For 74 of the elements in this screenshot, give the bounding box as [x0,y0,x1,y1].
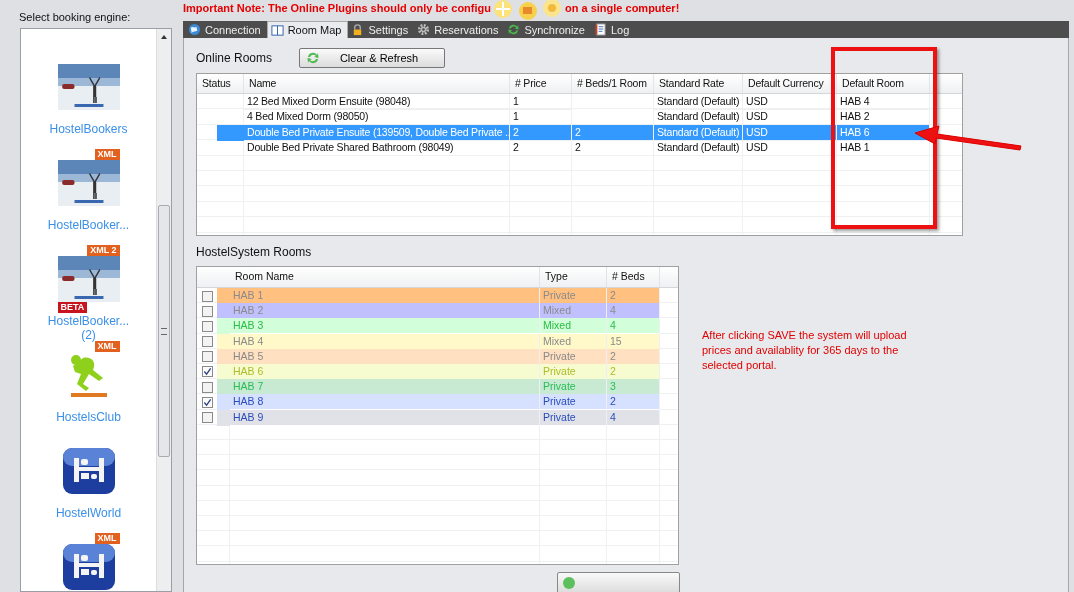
tab[interactable]: Settings [348,21,415,38]
checkbox[interactable] [202,412,213,423]
section-title: Online Rooms [196,50,273,65]
table-cell: HAB 3 [230,318,540,335]
checkbox[interactable] [202,290,213,302]
column-header[interactable]: Name [244,74,510,93]
checkbox[interactable] [202,351,213,363]
column-header[interactable]: Type [540,267,607,287]
table-cell: HAB 1 [230,288,540,304]
table-cell: USD [743,94,837,110]
important-note: on a single computer! [565,2,680,14]
column-header[interactable]: # Beds [607,267,660,287]
table-cell: 2 [572,140,654,157]
important-note: Important Note: The Online Plugins should only be configu [183,2,491,14]
table-cell: Private [540,394,607,411]
xml-badge: XML [94,149,120,160]
globe-icon [188,23,201,36]
table-cell: 2 [607,288,660,304]
tab[interactable]: Connection [185,21,267,38]
tab[interactable]: Log [590,21,636,38]
checkbox[interactable] [202,336,213,348]
beta-badge: BETA [57,302,88,313]
table-cell: HAB 8 [230,394,540,411]
section-title: HostelSystem Rooms [196,245,313,260]
booking-engine-label: Select booking engine: [19,11,131,25]
tab[interactable]: Synchronize [504,21,591,38]
sync-icon [507,23,521,36]
checkbox[interactable] [202,366,213,378]
column-header[interactable]: # Beds/1 Room [572,74,654,93]
xml-badge: XML 2 [87,245,120,256]
xml-badge: XML [94,341,120,352]
table-cell: 2 [510,140,572,157]
table-cell: 12 Bed Mixed Dorm Ensuite (98048) [244,94,510,110]
checkbox[interactable] [202,320,213,332]
sun-icons-drawing [493,0,563,21]
table-cell: Double Bed Private Shared Bathroom (98049) [244,140,510,157]
document-icon [593,23,607,36]
table-row[interactable]: Double Bed Private Shared Bathroom (98049) 2 2 Standard (Default) USD HAB 1 [197,140,962,156]
table-cell: Standard (Default) [654,94,743,110]
column-header[interactable]: Standard Rate [654,74,743,93]
checkbox[interactable] [202,396,213,408]
tab[interactable]: Reservations [414,21,505,38]
column-header[interactable]: Default Room [837,74,930,93]
checkbox[interactable] [202,305,213,317]
table-cell: Mixed [540,303,607,320]
table-cell: Standard (Default) [654,140,743,157]
checkbox[interactable] [202,381,213,393]
column-header[interactable]: Status [197,74,244,93]
xml-badge: XML [94,533,120,544]
table-cell: HAB 4 [837,94,930,110]
table-cell: 2 [572,124,654,141]
save-note: After clicking SAVE the system will upload prices and availablity for 365 days to the selected portal. [702,328,908,373]
scrollbar[interactable] [156,29,171,591]
column-header[interactable]: # Price [510,74,572,93]
columns-icon [270,23,284,37]
table-cell: 4 [607,318,660,335]
table-cell: 4 [607,303,660,320]
table-cell: Private [540,288,607,304]
table-cell: HAB 2 [230,303,540,320]
table-row[interactable]: 12 Bed Mixed Dorm Ensuite (98048) 1 Standard (Default) USD HAB 4 [197,94,962,110]
table-cell: HAB 7 [230,379,540,396]
refresh-icon [306,50,321,65]
tab[interactable]: Room Map [266,21,349,38]
column-header[interactable]: Default Currency [743,74,837,93]
refresh-button[interactable]: Clear & Refresh [299,47,446,68]
table-cell: 1 [510,94,572,110]
table-cell: 3 [607,379,660,396]
table-cell: Mixed [540,318,607,335]
engine-label[interactable]: (2) [81,328,96,342]
table-cell: USD [743,140,837,157]
column-header[interactable]: Room Name [230,267,540,287]
push-button[interactable] [557,572,680,592]
table-cell: Private [540,379,607,396]
table-cell: 2 [607,394,660,411]
